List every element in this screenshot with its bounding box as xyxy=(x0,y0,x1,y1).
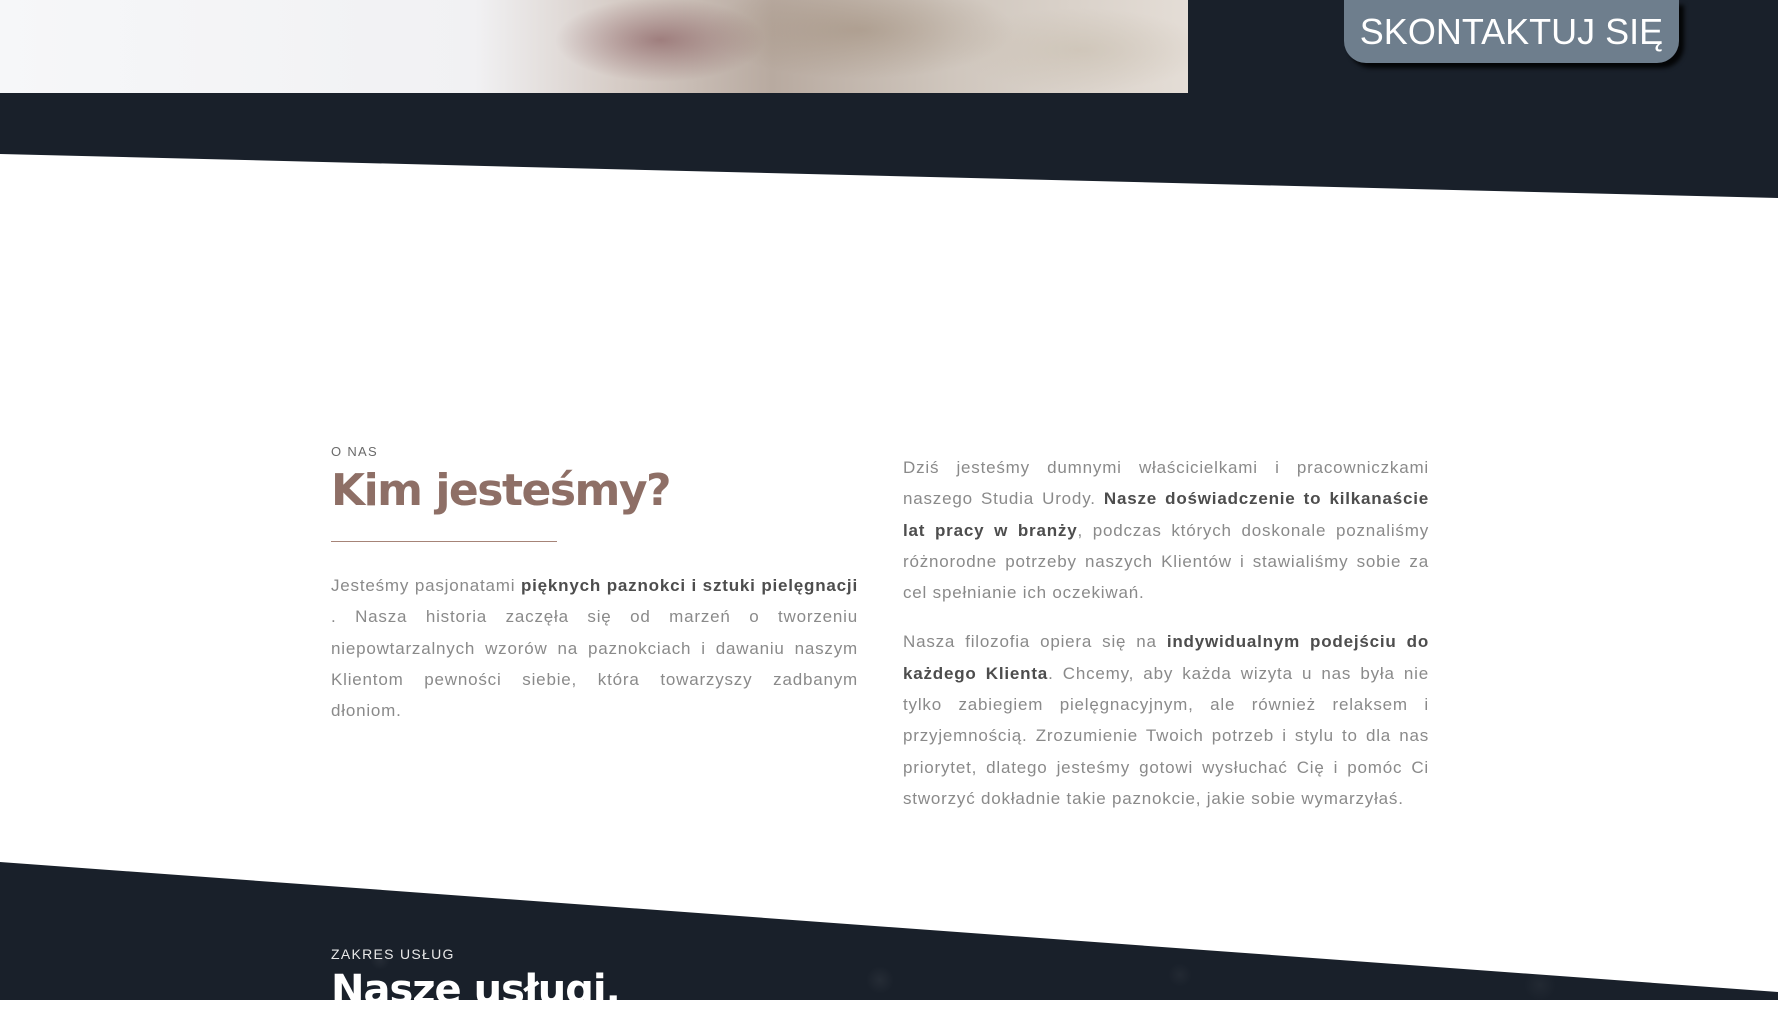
heading-divider xyxy=(331,541,557,542)
hero-image xyxy=(0,0,1188,93)
section-eyebrow: O NAS xyxy=(331,444,378,459)
intro-paragraph: Jesteśmy pasjonatami pięknych paznokci i… xyxy=(331,576,858,721)
experience-paragraph: Dziś jesteśmy dumnymi właścicielkami i p… xyxy=(903,458,1429,603)
services-eyebrow: ZAKRES USŁUG xyxy=(331,946,455,962)
philosophy-paragraph: Nasza filozofia opiera się na indywidual… xyxy=(903,632,1430,808)
section-heading: Kim jesteśmy? xyxy=(331,465,672,516)
services-heading: Nasze usługi. xyxy=(331,967,621,1013)
about-right-column: Dziś jesteśmy dumnymi właścicielkami i p… xyxy=(903,452,1429,814)
contact-button[interactable]: SKONTAKTUJ SIĘ xyxy=(1344,0,1679,63)
about-left-column: O NAS Kim jesteśmy? Jesteśmy pasjonatami… xyxy=(331,444,858,726)
